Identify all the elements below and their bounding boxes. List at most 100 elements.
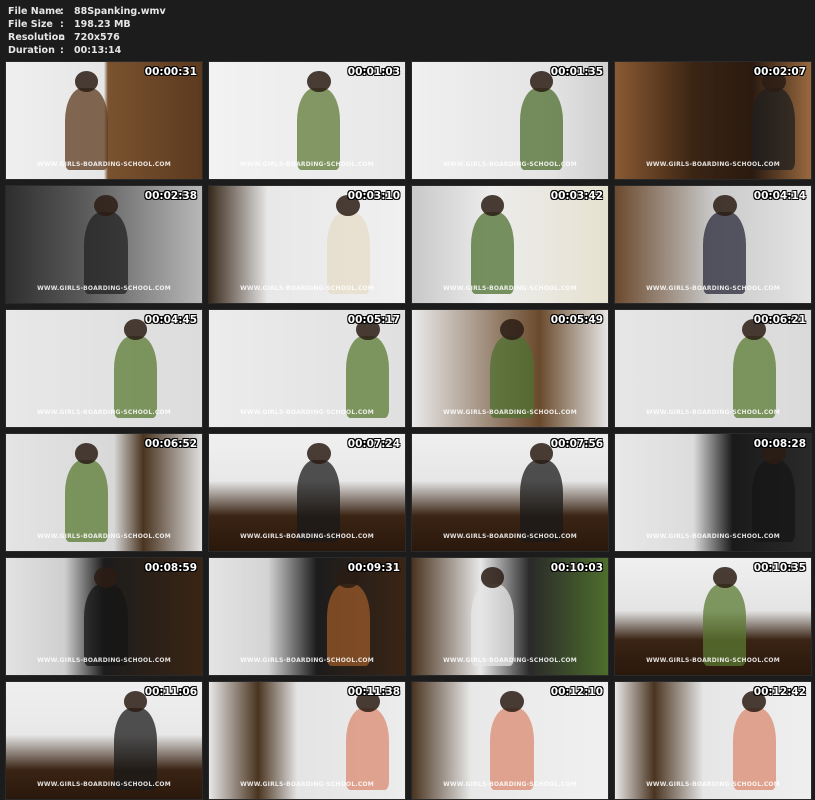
timestamp-label: 00:00:31 [144,66,197,78]
figure-head [500,319,524,341]
figure-head [307,71,331,93]
timestamp-label: 00:10:35 [753,562,806,574]
figure-silhouette [64,459,108,542]
watermark-text: WWW.GIRLS-BOARDING-SCHOOL.COM [37,409,171,416]
timestamp-label: 00:05:17 [347,314,400,326]
figure-head [94,195,118,217]
file-size-row: File Size : 198.23 MB [8,18,166,31]
timestamp-label: 00:03:42 [550,190,603,202]
figure-silhouette [490,335,534,418]
watermark-text: WWW.GIRLS-BOARDING-SCHOOL.COM [646,409,780,416]
file-name-row: File Name : 88Spanking.wmv [8,5,166,18]
thumbnail[interactable]: 00:08:59 WWW.GIRLS-BOARDING-SCHOOL.COM [5,557,203,676]
thumbnail[interactable]: 00:06:21 WWW.GIRLS-BOARDING-SCHOOL.COM [614,309,812,428]
timestamp-label: 00:06:52 [144,438,197,450]
separator: : [60,45,64,56]
watermark-text: WWW.GIRLS-BOARDING-SCHOOL.COM [240,285,374,292]
thumbnail[interactable]: 00:11:06 WWW.GIRLS-BOARDING-SCHOOL.COM [5,681,203,800]
timestamp-label: 00:11:06 [144,686,197,698]
thumbnail[interactable]: 00:10:03 WWW.GIRLS-BOARDING-SCHOOL.COM [411,557,609,676]
thumbnail[interactable]: 00:12:42 WWW.GIRLS-BOARDING-SCHOOL.COM [614,681,812,800]
thumbnail[interactable]: 00:04:45 WWW.GIRLS-BOARDING-SCHOOL.COM [5,309,203,428]
timestamp-label: 00:07:56 [550,438,603,450]
watermark-text: WWW.GIRLS-BOARDING-SCHOOL.COM [240,161,374,168]
figure-silhouette [113,335,157,418]
timestamp-label: 00:01:35 [550,66,603,78]
timestamp-label: 00:11:38 [347,686,400,698]
duration-label: Duration [8,45,55,56]
watermark-text: WWW.GIRLS-BOARDING-SCHOOL.COM [37,161,171,168]
timestamp-label: 00:02:38 [144,190,197,202]
separator: : [60,6,64,17]
timestamp-label: 00:12:42 [753,686,806,698]
file-size-label: File Size [8,19,53,30]
watermark-text: WWW.GIRLS-BOARDING-SCHOOL.COM [443,533,577,540]
figure-head [713,195,737,217]
thumbnail[interactable]: 00:07:56 WWW.GIRLS-BOARDING-SCHOOL.COM [411,433,609,552]
figure-silhouette [297,459,341,542]
figure-silhouette [470,211,514,294]
thumbnail[interactable]: 00:00:31 WWW.GIRLS-BOARDING-SCHOOL.COM [5,61,203,180]
thumbnail[interactable]: 00:03:10 WWW.GIRLS-BOARDING-SCHOOL.COM [208,185,406,304]
file-info-header: File Name : 88Spanking.wmv File Size : 1… [8,5,166,57]
file-name-label: File Name [8,6,62,17]
duration-row: Duration : 00:13:14 [8,44,166,57]
thumbnail[interactable]: 00:08:28 WWW.GIRLS-BOARDING-SCHOOL.COM [614,433,812,552]
figure-silhouette [703,583,747,666]
figure-silhouette [84,583,128,666]
file-name-value: 88Spanking.wmv [74,6,166,17]
figure-silhouette [732,335,776,418]
duration-value: 00:13:14 [74,45,122,56]
thumbnail[interactable]: 00:01:35 WWW.GIRLS-BOARDING-SCHOOL.COM [411,61,609,180]
watermark-text: WWW.GIRLS-BOARDING-SCHOOL.COM [37,285,171,292]
thumbnail[interactable]: 00:05:49 WWW.GIRLS-BOARDING-SCHOOL.COM [411,309,609,428]
figure-silhouette [326,583,370,666]
thumbnail[interactable]: 00:10:35 WWW.GIRLS-BOARDING-SCHOOL.COM [614,557,812,676]
timestamp-label: 00:04:45 [144,314,197,326]
timestamp-label: 00:06:21 [753,314,806,326]
figure-silhouette [490,707,534,790]
figure-head [94,567,118,589]
thumbnail[interactable]: 00:09:31 WWW.GIRLS-BOARDING-SCHOOL.COM [208,557,406,676]
timestamp-label: 00:08:28 [753,438,806,450]
thumbnail[interactable]: 00:02:38 WWW.GIRLS-BOARDING-SCHOOL.COM [5,185,203,304]
thumbnail[interactable]: 00:05:17 WWW.GIRLS-BOARDING-SCHOOL.COM [208,309,406,428]
thumbnail[interactable]: 00:06:52 WWW.GIRLS-BOARDING-SCHOOL.COM [5,433,203,552]
figure-head [713,567,737,589]
resolution-value: 720x576 [74,32,120,43]
thumbnail[interactable]: 00:12:10 WWW.GIRLS-BOARDING-SCHOOL.COM [411,681,609,800]
figure-silhouette [346,707,390,790]
thumbnail[interactable]: 00:07:24 WWW.GIRLS-BOARDING-SCHOOL.COM [208,433,406,552]
figure-silhouette [346,335,390,418]
figure-silhouette [703,211,747,294]
timestamp-label: 00:09:31 [347,562,400,574]
timestamp-label: 00:05:49 [550,314,603,326]
watermark-text: WWW.GIRLS-BOARDING-SCHOOL.COM [443,161,577,168]
watermark-text: WWW.GIRLS-BOARDING-SCHOOL.COM [240,781,374,788]
thumbnail[interactable]: 00:01:03 WWW.GIRLS-BOARDING-SCHOOL.COM [208,61,406,180]
thumbnail[interactable]: 00:04:14 WWW.GIRLS-BOARDING-SCHOOL.COM [614,185,812,304]
watermark-text: WWW.GIRLS-BOARDING-SCHOOL.COM [646,533,780,540]
watermark-text: WWW.GIRLS-BOARDING-SCHOOL.COM [240,657,374,664]
figure-silhouette [752,459,796,542]
figure-silhouette [519,459,563,542]
watermark-text: WWW.GIRLS-BOARDING-SCHOOL.COM [443,781,577,788]
thumbnail[interactable]: 00:02:07 WWW.GIRLS-BOARDING-SCHOOL.COM [614,61,812,180]
figure-silhouette [752,87,796,170]
timestamp-label: 00:08:59 [144,562,197,574]
figure-silhouette [732,707,776,790]
watermark-text: WWW.GIRLS-BOARDING-SCHOOL.COM [37,781,171,788]
figure-head [500,691,524,713]
figure-silhouette [470,583,514,666]
separator: : [60,19,64,30]
timestamp-label: 00:02:07 [753,66,806,78]
resolution-label: Resolution [8,32,66,43]
timestamp-label: 00:03:10 [347,190,400,202]
watermark-text: WWW.GIRLS-BOARDING-SCHOOL.COM [443,285,577,292]
thumbnail[interactable]: 00:03:42 WWW.GIRLS-BOARDING-SCHOOL.COM [411,185,609,304]
watermark-text: WWW.GIRLS-BOARDING-SCHOOL.COM [646,781,780,788]
watermark-text: WWW.GIRLS-BOARDING-SCHOOL.COM [37,657,171,664]
thumbnail[interactable]: 00:11:38 WWW.GIRLS-BOARDING-SCHOOL.COM [208,681,406,800]
watermark-text: WWW.GIRLS-BOARDING-SCHOOL.COM [37,533,171,540]
watermark-text: WWW.GIRLS-BOARDING-SCHOOL.COM [646,285,780,292]
